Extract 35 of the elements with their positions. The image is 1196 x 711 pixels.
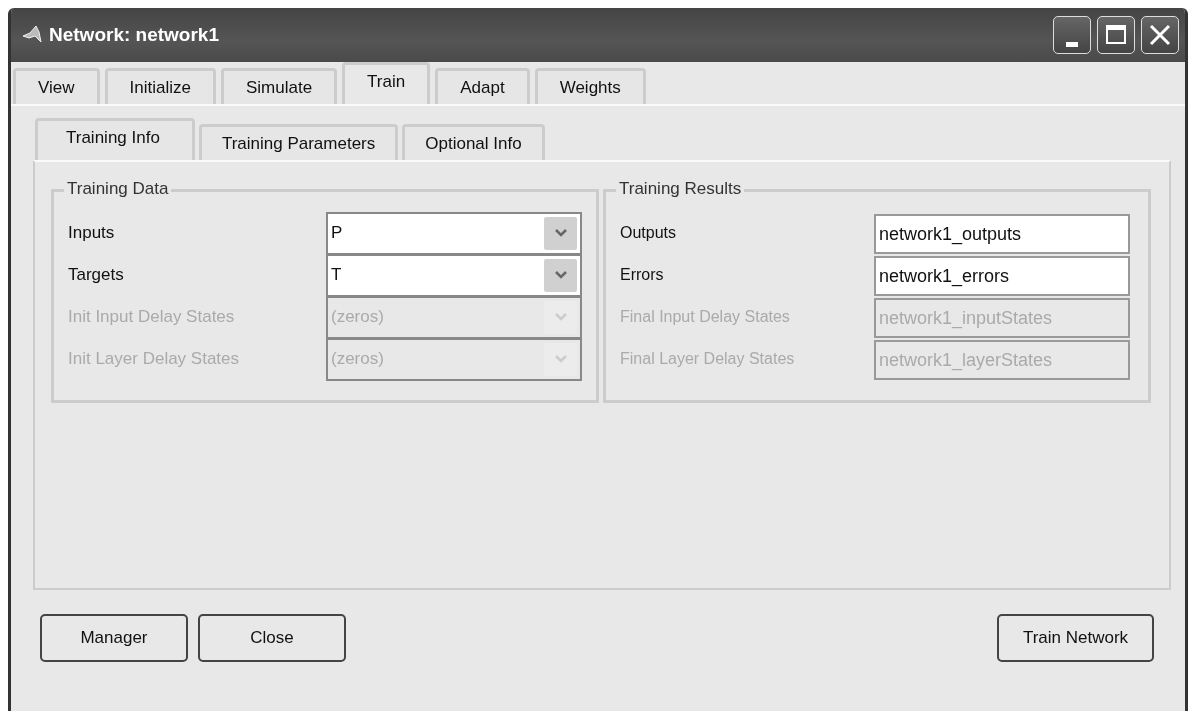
field-label: Inputs	[68, 223, 116, 243]
text-field[interactable]: network1_outputs	[874, 214, 1130, 254]
tab[interactable]: Initialize	[104, 68, 216, 104]
field-label: Final Layer Delay States	[620, 350, 796, 368]
field-label: Init Layer Delay States	[68, 349, 241, 369]
chevron-down-icon	[544, 300, 577, 334]
button[interactable]: Train Network	[997, 614, 1154, 662]
button[interactable]: Close	[198, 614, 346, 662]
button[interactable]: Manager	[40, 614, 188, 662]
field-label: Targets	[68, 265, 125, 285]
chevron-down-icon	[544, 216, 577, 250]
group-title: Training Results	[616, 179, 745, 199]
field-label: Errors	[620, 266, 665, 284]
close-button[interactable]	[1141, 16, 1179, 54]
tab[interactable]: Training Parameters	[198, 124, 399, 160]
tab[interactable]: Adapt	[435, 68, 530, 104]
group-title: Training Data	[64, 179, 172, 199]
chevron-down-icon	[544, 342, 577, 376]
text-field[interactable]: network1_errors	[874, 256, 1130, 296]
field-label: Outputs	[620, 224, 678, 242]
tab[interactable]: Training Info	[35, 118, 195, 160]
minimize-button[interactable]	[1053, 16, 1091, 54]
window-title: Network: network1	[49, 24, 219, 46]
tab[interactable]: Optional Info	[402, 124, 545, 160]
dropdown[interactable]: T	[325, 253, 582, 297]
field-label: Final Input Delay States	[620, 308, 791, 326]
tab[interactable]: Weights	[534, 68, 646, 104]
minimize-icon	[1066, 41, 1078, 47]
tab[interactable]: View	[13, 68, 100, 104]
tab[interactable]: Simulate	[220, 68, 338, 104]
maximize-button[interactable]	[1097, 16, 1135, 54]
field-label: Init Input Delay States	[68, 307, 236, 327]
dropdown[interactable]: P	[325, 211, 582, 255]
chevron-down-icon	[544, 258, 577, 292]
tab[interactable]: Train	[342, 62, 431, 104]
